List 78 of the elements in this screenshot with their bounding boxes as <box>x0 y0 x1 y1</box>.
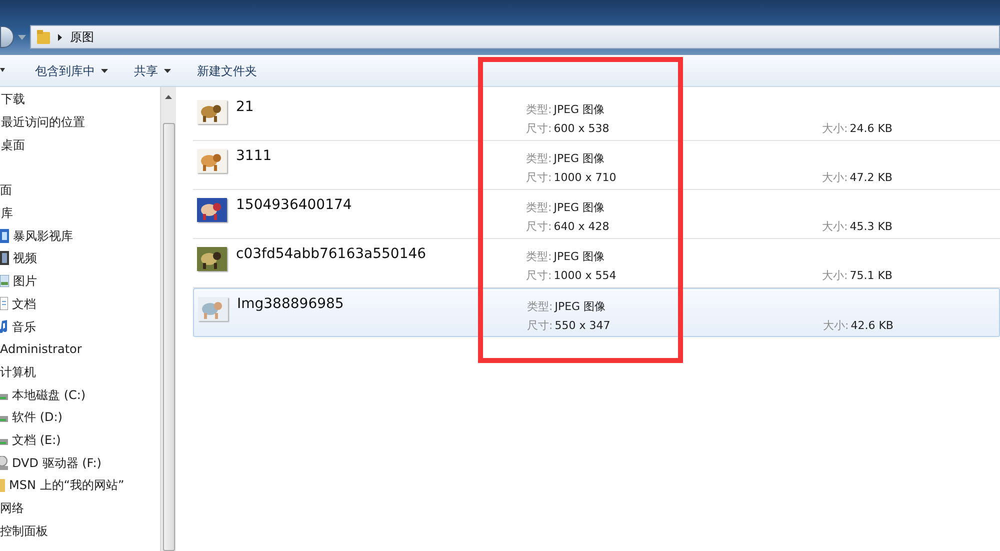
image-dimensions: 640 x 428 <box>554 219 610 235</box>
toolbar-button[interactable]: 新建文件夹 <box>197 62 257 80</box>
scrollbar[interactable] <box>160 87 176 551</box>
sidebar-item[interactable]: 控制面板 <box>0 522 48 540</box>
sidebar-item[interactable]: 暴风影视库 <box>13 226 73 245</box>
field-label: 大小: <box>822 121 848 137</box>
file-size: 47.2 KB <box>850 170 892 186</box>
image-dimensions: 550 x 347 <box>554 318 610 334</box>
file-name: Img388896985 <box>237 296 345 312</box>
field-label: 类型: <box>526 249 552 265</box>
sidebar-item[interactable]: 桌面 <box>1 136 25 154</box>
sidebar-item[interactable]: 文档 <box>12 294 36 313</box>
sidebar-item[interactable]: 本地磁盘 (C:) <box>12 386 86 404</box>
field-label: 大小: <box>823 318 849 334</box>
sidebar-item[interactable]: DVD 驱动器 (F:) <box>12 454 102 472</box>
field-label: 大小: <box>822 268 848 284</box>
caret-icon <box>101 68 108 72</box>
field-label: 大小: <box>822 170 848 186</box>
sidebar-item[interactable]: 网络 <box>0 499 24 518</box>
file-row[interactable]: Img388896985 类型: JPEG 图像 尺寸: 550 x 347 大小: 42.6 KB <box>193 288 1000 337</box>
film-icon <box>0 251 9 266</box>
address-bar[interactable]: 原图 <box>30 25 1000 49</box>
caret-icon[interactable] <box>0 68 5 73</box>
music-icon <box>0 320 8 334</box>
toolbar-button[interactable]: 共享 <box>134 62 171 80</box>
chevron-icon[interactable] <box>58 34 62 40</box>
file-size: 24.6 KB <box>850 121 892 137</box>
sidebar-item[interactable]: 音乐 <box>12 318 36 336</box>
file-type: JPEG 图像 <box>554 200 605 216</box>
file-name: c03fd54abb76163a550146 <box>236 246 428 262</box>
sidebar-item[interactable]: 面 <box>0 181 12 200</box>
field-label: 尺寸: <box>526 219 552 235</box>
breadcrumb[interactable]: 原图 <box>70 28 94 46</box>
file-size: 45.3 KB <box>850 219 892 235</box>
file-type: JPEG 图像 <box>554 151 605 167</box>
folder-icon <box>0 478 5 492</box>
file-size: 42.6 KB <box>850 318 894 334</box>
file-name: 1504936400174 <box>236 197 353 213</box>
sidebar-item[interactable]: 计算机 <box>0 362 36 381</box>
toolbar-button[interactable]: 包含到库中 <box>35 62 108 80</box>
file-row[interactable]: 3111 类型: JPEG 图像 尺寸: 1000 x 710 大小: 47.2 KB <box>193 141 1000 190</box>
sidebar-item[interactable]: MSN 上的“我的网站” <box>9 476 124 494</box>
sidebar-item[interactable]: 库 <box>1 204 13 222</box>
image-dimensions: 1000 x 554 <box>554 268 616 284</box>
file-name: 21 <box>236 99 255 115</box>
field-label: 尺寸: <box>526 170 552 186</box>
image-dimensions: 600 x 538 <box>554 121 610 137</box>
field-label: 类型: <box>526 151 552 167</box>
field-label: 尺寸: <box>527 318 553 334</box>
folder-icon <box>37 30 50 44</box>
image-dimensions: 1000 x 710 <box>554 170 616 186</box>
field-label: 尺寸: <box>526 121 552 137</box>
caret-icon <box>164 68 171 72</box>
scroll-thumb[interactable] <box>162 123 174 551</box>
sidebar-item[interactable]: 下载 <box>1 90 25 108</box>
field-label: 类型: <box>526 102 552 118</box>
field-label: 大小: <box>822 219 848 235</box>
field-label: 尺寸: <box>526 268 552 284</box>
file-name: 3111 <box>236 148 273 164</box>
sidebar-item[interactable]: Administrator <box>0 340 82 358</box>
sidebar-item[interactable]: 视频 <box>13 249 37 268</box>
film-icon <box>0 228 9 243</box>
sidebar-item[interactable]: 软件 (D:) <box>12 408 62 426</box>
file-row[interactable]: 1504936400174 类型: JPEG 图像 尺寸: 640 x 428 大小: 45.3 KB <box>193 190 1000 239</box>
file-type: JPEG 图像 <box>554 299 606 315</box>
sidebar-item[interactable]: 最近访问的位置 <box>1 113 85 132</box>
file-row[interactable]: 21 类型: JPEG 图像 尺寸: 600 x 538 大小: 24.6 KB <box>193 92 1000 141</box>
disc-drive-icon <box>0 456 8 470</box>
file-type: JPEG 图像 <box>554 249 605 265</box>
sidebar-item[interactable]: 图片 <box>13 272 37 290</box>
sidebar-item[interactable]: 文档 (E:) <box>12 430 61 449</box>
file-type: JPEG 图像 <box>554 102 605 118</box>
back-button[interactable] <box>0 26 14 48</box>
image-icon <box>0 275 9 288</box>
file-size: 75.1 KB <box>850 268 892 284</box>
field-label: 类型: <box>526 200 552 216</box>
arrow-up-icon[interactable] <box>165 95 172 99</box>
field-label: 类型: <box>527 299 553 315</box>
